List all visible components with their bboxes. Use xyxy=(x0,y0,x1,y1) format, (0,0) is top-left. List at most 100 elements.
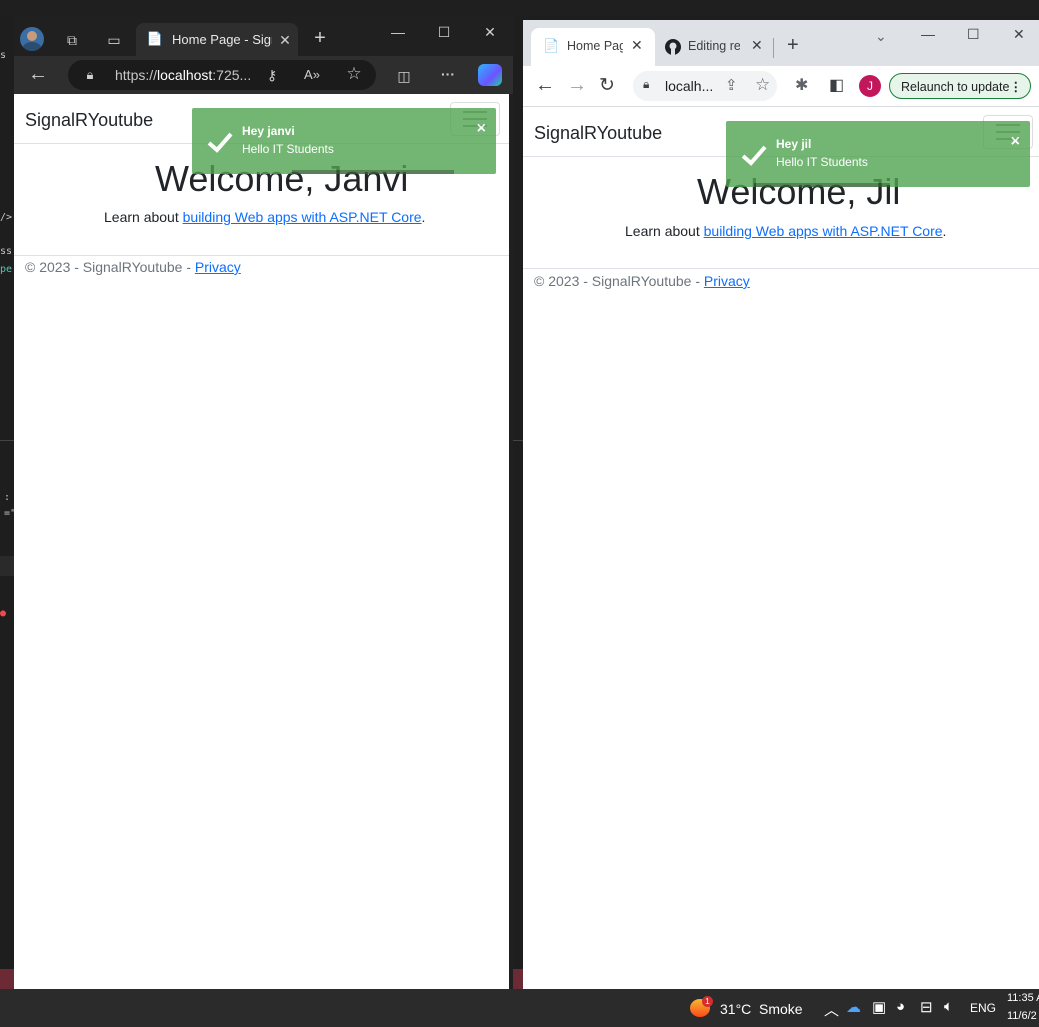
footer-text: © 2023 - SignalRYoutube - Privacy xyxy=(534,273,750,289)
navbar-brand[interactable]: SignalRYoutube xyxy=(25,110,153,131)
close-tab-icon[interactable]: ✕ xyxy=(276,30,294,50)
edge-toolbar: ← 🔒︎ https://localhost:725... ⚷ A» ☆ ◫ ·… xyxy=(14,56,513,94)
toast-notification[interactable]: Hey janvi Hello IT Students × xyxy=(192,108,496,174)
learn-about-text: Learn about building Web apps with ASP.N… xyxy=(625,223,946,239)
windows-taskbar: 1 31°C Smoke ︿ ☁ ▣ ◕ ⊟ 🔈︎ ENG 11:35 A 11… xyxy=(0,989,1039,1027)
chrome-tab-bar: 📄 Home Page - SignalRYoutube ✕ Editing r… xyxy=(523,20,1039,66)
maximize-icon[interactable]: ☐ xyxy=(967,26,980,43)
tab-search-icon[interactable]: ⌄ xyxy=(875,28,887,45)
toast-title: Hey jil xyxy=(776,137,812,151)
network-icon[interactable]: ⊟ xyxy=(920,998,933,1016)
toast-notification[interactable]: Hey jil Hello IT Students × xyxy=(726,121,1030,187)
tab-actions-icon[interactable]: ▭ xyxy=(104,30,124,50)
close-window-icon[interactable]: ✕ xyxy=(480,22,500,42)
chrome-page-content: SignalRYoutube Welcome, Jil Learn about … xyxy=(523,107,1039,989)
edge-url-text[interactable]: https://localhost:725... xyxy=(115,67,251,83)
read-aloud-icon[interactable]: A» xyxy=(302,65,322,85)
minimize-icon[interactable]: — xyxy=(921,26,935,42)
split-screen-icon[interactable]: ◫ xyxy=(394,66,414,86)
privacy-link[interactable]: Privacy xyxy=(704,273,750,289)
back-icon[interactable]: ← xyxy=(535,74,555,97)
forward-icon[interactable]: → xyxy=(567,74,587,97)
profile-avatar-icon[interactable] xyxy=(20,27,44,51)
chrome-tab-active[interactable]: 📄 Home Page - SignalRYoutube ✕ xyxy=(531,28,655,66)
close-tab-icon[interactable]: ✕ xyxy=(631,37,643,54)
back-icon[interactable]: ← xyxy=(26,64,50,84)
close-icon[interactable]: × xyxy=(477,120,486,138)
side-panel-icon[interactable]: ◧ xyxy=(829,75,844,95)
learn-suffix: . xyxy=(942,223,947,239)
learn-prefix: Learn about xyxy=(104,209,183,225)
page-icon: 📄 xyxy=(543,38,560,53)
copilot-icon[interactable] xyxy=(478,64,502,86)
learn-link[interactable]: building Web apps with ASP.NET Core xyxy=(183,209,422,225)
bookmark-star-icon[interactable]: ☆ xyxy=(755,75,770,95)
chrome-toolbar: ← → ↻ 🔒︎ localh... ⇪ ☆ ✱ ◧ J Relaunch to… xyxy=(523,66,1039,107)
language-indicator[interactable]: ENG xyxy=(970,1001,996,1015)
toast-message: Hello IT Students xyxy=(776,155,868,169)
chrome-tab-title: Editing readme xyxy=(688,39,740,53)
profile-avatar-icon[interactable]: J xyxy=(859,75,881,97)
volume-icon[interactable]: 🔈︎ xyxy=(944,998,953,1015)
toast-progress-bar xyxy=(292,170,454,174)
toast-title: Hey janvi xyxy=(242,124,295,138)
clock-date[interactable]: 11/6/2 xyxy=(1007,1010,1037,1022)
footer-divider xyxy=(14,255,509,256)
close-icon[interactable]: × xyxy=(1011,133,1020,151)
workspaces-icon[interactable]: ⧉ xyxy=(62,30,82,50)
footer-copyright: © 2023 - SignalRYoutube - xyxy=(534,273,704,289)
clock-time[interactable]: 11:35 A xyxy=(1007,992,1039,1004)
share-icon[interactable]: ⇪ xyxy=(725,76,738,94)
chevron-up-icon[interactable]: ︿ xyxy=(824,999,839,1020)
close-tab-icon[interactable]: ✕ xyxy=(751,37,763,54)
check-icon xyxy=(741,145,767,166)
learn-suffix: . xyxy=(421,209,426,225)
github-icon xyxy=(665,39,681,55)
edge-tab-active[interactable]: 📄 Home Page - SignalRYoutube ✕ xyxy=(136,23,298,56)
extensions-icon[interactable]: ✱ xyxy=(795,75,808,95)
tab-separator xyxy=(773,38,774,58)
learn-prefix: Learn about xyxy=(625,223,704,239)
chrome-address-bar[interactable]: 🔒︎ localh... ⇪ ☆ xyxy=(633,71,777,101)
maximize-icon[interactable]: ☐ xyxy=(434,22,454,42)
relaunch-label: Relaunch to update xyxy=(901,80,1010,94)
chrome-tab-inactive[interactable]: Editing readme ✕ xyxy=(655,28,777,66)
chrome-tab-title: Home Page - SignalRYoutube xyxy=(567,39,623,53)
favorite-icon[interactable]: ☆ xyxy=(344,64,364,84)
edge-tab-title: Home Page - SignalRYoutube xyxy=(172,32,272,47)
chrome-url-text[interactable]: localh... xyxy=(665,78,713,94)
edge-address-bar[interactable]: 🔒︎ https://localhost:725... ⚷ A» ☆ xyxy=(68,60,376,90)
edge-page-content: SignalRYoutube Welcome, Janvi Learn abou… xyxy=(14,94,509,989)
new-tab-icon[interactable]: + xyxy=(308,28,332,48)
weather-text[interactable]: Smoke xyxy=(759,1001,803,1017)
footer-text: © 2023 - SignalRYoutube - Privacy xyxy=(25,259,241,275)
temperature-text[interactable]: 31°C xyxy=(720,1001,751,1017)
relaunch-button[interactable]: Relaunch to update ⋮ xyxy=(889,73,1031,99)
ide-left-strip: s /> ss pe : =" ● xyxy=(0,16,16,989)
onedrive-icon[interactable]: ☁ xyxy=(846,998,861,1016)
key-icon[interactable]: ⚷ xyxy=(262,65,282,85)
footer-divider xyxy=(523,268,1039,269)
more-icon[interactable]: ··· xyxy=(438,64,458,84)
more-icon[interactable]: ⋮ xyxy=(1010,74,1023,100)
minimize-icon[interactable]: — xyxy=(388,22,408,42)
toast-progress-bar xyxy=(754,183,890,187)
learn-about-text: Learn about building Web apps with ASP.N… xyxy=(104,209,425,225)
check-icon xyxy=(207,132,233,153)
weather-badge: 1 xyxy=(702,996,713,1007)
learn-link[interactable]: building Web apps with ASP.NET Core xyxy=(704,223,943,239)
footer-copyright: © 2023 - SignalRYoutube - xyxy=(25,259,195,275)
device-icon[interactable]: ▣ xyxy=(872,998,886,1016)
navbar-brand[interactable]: SignalRYoutube xyxy=(534,123,662,144)
new-tab-icon[interactable]: + xyxy=(787,34,799,57)
sync-icon[interactable]: ◕ xyxy=(896,998,905,1015)
toast-message: Hello IT Students xyxy=(242,142,334,156)
ide-toolbar-strip xyxy=(0,0,1039,16)
reload-icon[interactable]: ↻ xyxy=(599,74,615,97)
lock-icon[interactable]: 🔒︎ xyxy=(643,77,649,92)
page-icon: 📄 xyxy=(146,31,164,46)
privacy-link[interactable]: Privacy xyxy=(195,259,241,275)
close-window-icon[interactable]: ✕ xyxy=(1013,26,1025,43)
lock-icon[interactable]: 🔒︎ xyxy=(82,65,98,85)
edge-tab-bar: ⧉ ▭ 📄 Home Page - SignalRYoutube ✕ + — ☐… xyxy=(14,16,513,56)
